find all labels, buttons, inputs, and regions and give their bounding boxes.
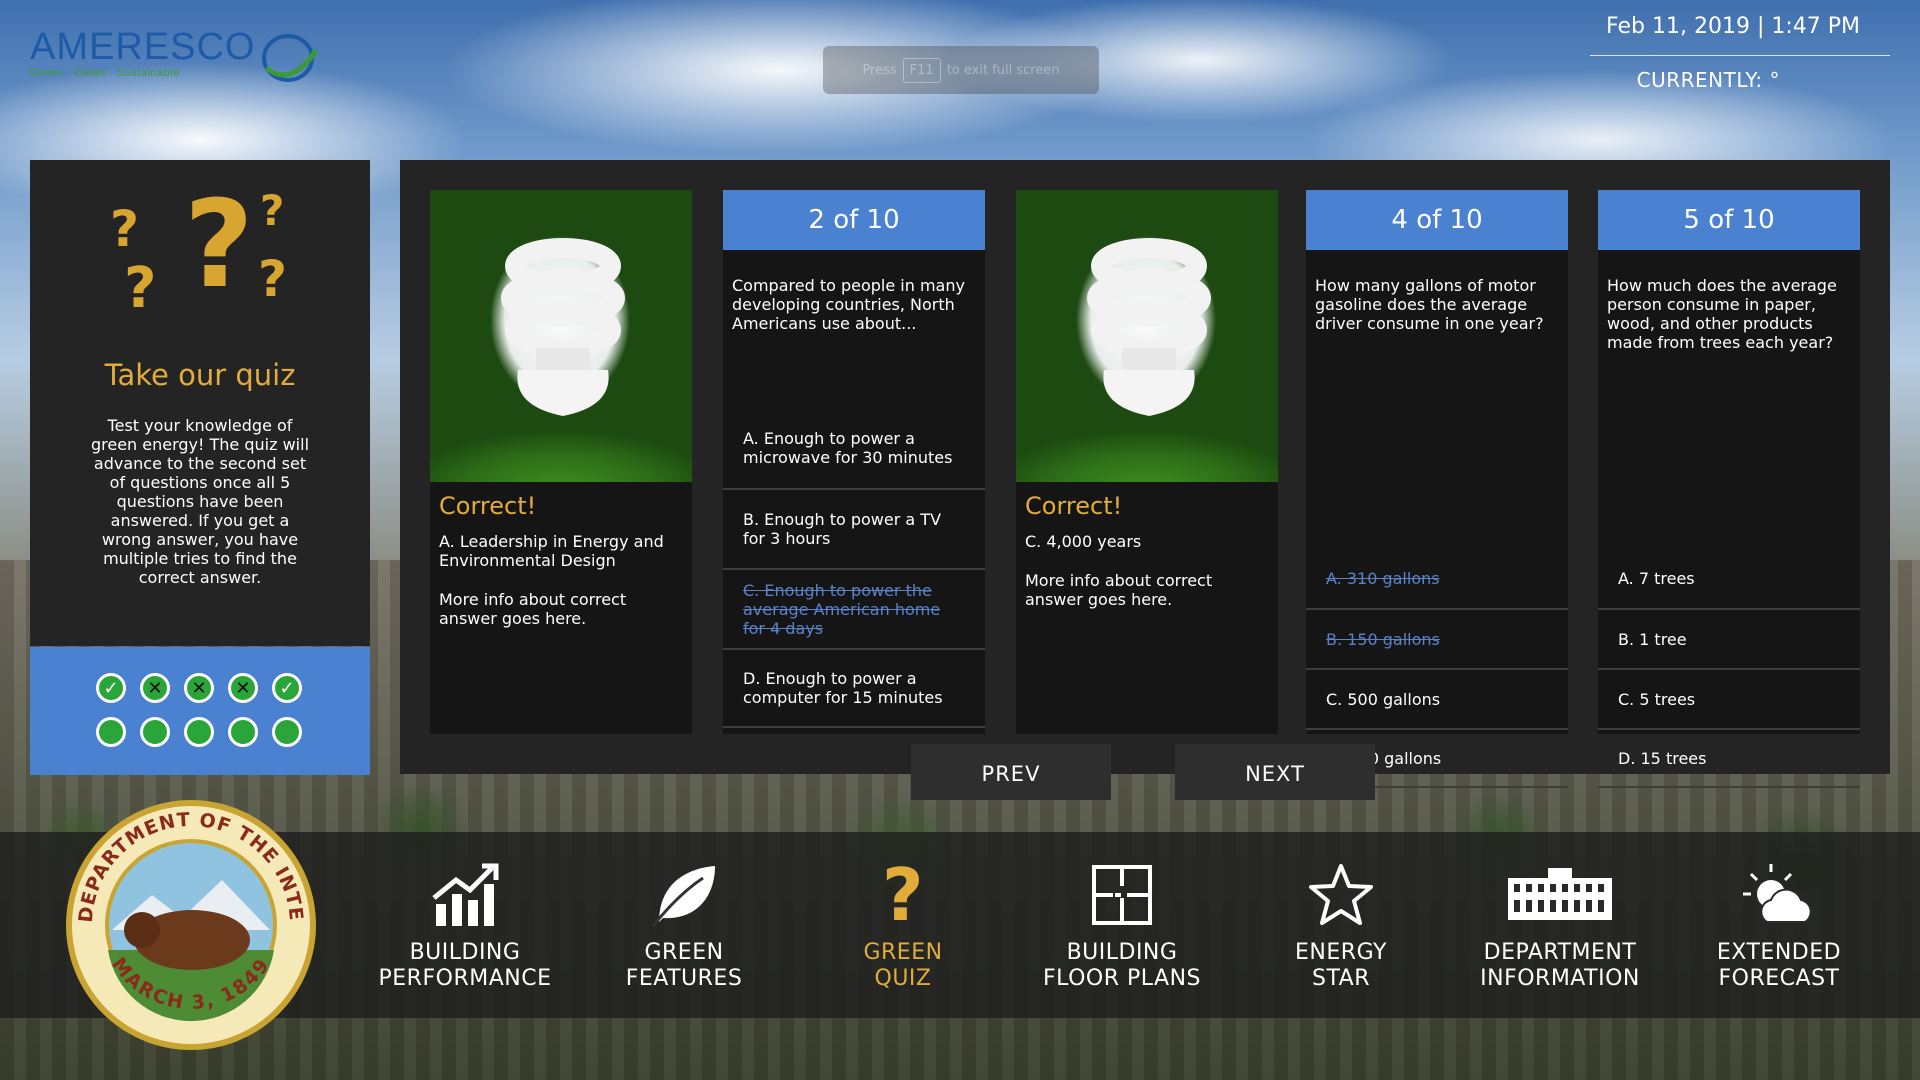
nav-building-floor-plans[interactable]: BUILDING FLOOR PLANS [1017,858,1227,992]
question-card-2: 2 of 10 Compared to people in many devel… [723,190,985,734]
cfl-bulb-icon [501,238,625,416]
nav-department-information[interactable]: DEPARTMENT INFORMATION [1455,858,1665,992]
leaf-icon [651,866,715,927]
progress-dot-correct: ✓ [96,673,126,703]
ameresco-logo: AMERESCO Green · Clean · Sustainable [30,26,320,96]
answer-option-b[interactable]: B. Enough to power a TV for 3 hours [723,488,985,568]
question-text: Compared to people in many developing co… [732,276,965,333]
progress-dot-correct [184,717,214,747]
datetime: Feb 11, 2019 | 1:47 PM [1606,14,1860,39]
question-card-4: 4 of 10 How many gallons of motor gasoli… [1306,190,1568,788]
answer-option-c[interactable]: C. Enough to power the average American … [723,568,985,648]
result-status: Correct! [439,492,537,520]
answer-option-d[interactable]: D. Enough to power a computer for 15 min… [723,648,985,728]
nav-building-performance[interactable]: BUILDING PERFORMANCE [360,858,570,992]
progress-dot-wrong: ✕ [228,673,258,703]
nav-label-line2: INFORMATION [1480,966,1640,991]
fullscreen-hint-suffix: to exit full screen [946,62,1060,78]
building-icon [1508,868,1612,920]
nav-label-line1: ENERGY [1295,940,1387,965]
result-card-3: Correct! C. 4,000 years More info about … [1016,190,1278,734]
progress-dots: ✓ ✕ ✕ ✕ ✓ [96,673,306,747]
nav-green-features[interactable]: GREEN FEATURES [579,858,789,992]
progress-dot-correct [140,717,170,747]
answer-option-a[interactable]: A. Enough to power a microwave for 30 mi… [723,408,985,488]
quiz-cards-panel: Correct! A. Leadership in Energy and Env… [400,160,1890,788]
fullscreen-hint: Press F11 to exit full screen [823,46,1099,94]
answer-option-a[interactable]: A. 7 trees [1598,548,1860,608]
nav-label-line1: DEPARTMENT [1483,940,1637,965]
current-weather: CURRENTLY: ° [1636,68,1780,92]
quiz-title: Take our quiz [104,358,296,392]
answer-option-b[interactable]: B. 1 tree [1598,608,1860,668]
fullscreen-hint-key: F11 [902,57,941,83]
quiz-progress: ✓ ✕ ✕ ✕ ✓ [30,647,370,775]
result-answer: A. Leadership in Energy and Environmenta… [439,532,664,570]
result-card-1: Correct! A. Leadership in Energy and Env… [430,190,692,734]
next-button[interactable]: NEXT [1175,744,1375,800]
question-counter: 2 of 10 [723,190,985,250]
question-counter: 4 of 10 [1306,190,1568,250]
lightbulb-image [430,190,692,482]
answer-option-c[interactable]: C. 500 gallons [1306,668,1568,728]
nav-label-line2: FLOOR PLANS [1042,966,1202,991]
nav-extended-forecast[interactable]: EXTENDED FORECAST [1674,858,1884,992]
answer-option-a[interactable]: A. 310 gallons [1306,548,1568,608]
chart-up-icon [432,863,499,926]
answer-option-c[interactable]: C. 5 trees [1598,668,1860,728]
answer-option-d[interactable]: D. 15 trees [1598,728,1860,788]
nav-label-line1: BUILDING [409,940,521,965]
nav-label-line2: PERFORMANCE [378,966,552,991]
star-icon [1309,864,1373,925]
prev-button[interactable]: PREV [911,744,1111,800]
question-card-5: 5 of 10 How much does the average person… [1598,190,1860,788]
quiz-description: Test your knowledge of green energy! The… [90,416,310,587]
nav-green-quiz[interactable]: ? GREEN QUIZ [798,858,1008,992]
question-marks-icon: ? ? ? ? ? [110,176,288,322]
nav-label-line2: STAR [1311,966,1371,991]
nav-label-line1: EXTENDED [1716,940,1842,965]
question-text: How many gallons of motor gasoline does … [1315,276,1544,333]
nav-label-line2: QUIZ [874,966,932,991]
result-more-info: More info about correct answer goes here… [439,590,627,628]
progress-dot-wrong: ✕ [140,673,170,703]
result-answer: C. 4,000 years [1025,532,1142,551]
nav-label-line1: GREEN [644,940,724,965]
weather-icon [1743,864,1812,923]
result-more-info: More info about correct answer goes here… [1025,571,1213,609]
doi-seal-icon: U.S. DEPARTMENT OF THE INTERIOR MARCH 3,… [62,800,316,1050]
answer-option-b[interactable]: B. 150 gallons [1306,608,1568,668]
nav-label-line2: FORECAST [1718,966,1840,991]
lightbulb-image [1016,190,1278,482]
header-divider [1590,55,1890,56]
quiz-intro-panel: ? ? ? ? ? Take our quiz Test your knowle… [30,160,370,646]
question-counter: 5 of 10 [1598,190,1860,250]
nav-energy-star[interactable]: ENERGY STAR [1236,858,1446,992]
progress-dot-correct [228,717,258,747]
question-text: How much does the average person consume… [1607,276,1837,352]
result-status: Correct! [1025,492,1123,520]
cfl-bulb-icon [1087,238,1211,416]
nav-label-line1: BUILDING [1066,940,1178,965]
progress-dot-correct [96,717,126,747]
question-icon: ? [881,853,925,937]
progress-dot-wrong: ✕ [184,673,214,703]
progress-dot-correct [272,717,302,747]
progress-dot-correct: ✓ [272,673,302,703]
fullscreen-hint-prefix: Press [862,62,897,78]
logo-swoosh-icon [262,34,319,82]
floor-plan-icon [1092,865,1152,925]
nav-label-line1: GREEN [863,940,943,965]
nav-label-line2: FEATURES [625,966,743,991]
